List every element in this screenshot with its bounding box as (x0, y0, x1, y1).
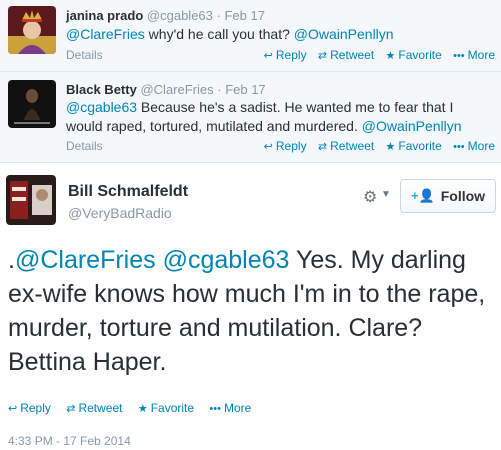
favorite-button[interactable]: ★ Favorite (138, 401, 194, 415)
tweet-actions: ↩ Reply ⇄ Retweet ★ Favorite ••• More (8, 401, 263, 415)
tweet-actions: ↩ Reply ⇄ Retweet ★ Favorite ••• More (256, 48, 495, 62)
reply-arrow-icon: ↩ (8, 403, 18, 415)
reply-button[interactable]: ↩ Reply (264, 139, 307, 153)
user-name[interactable]: Black Betty (66, 82, 137, 97)
tweet-text: @cgable63 Because he's a sadist. He want… (66, 99, 462, 134)
mention-link[interactable]: @OwainPenllyn (362, 118, 462, 134)
tweet-timestamp[interactable]: 4:33 PM - 17 Feb 2014 (8, 434, 131, 448)
tweet-header: janina prado @cgable63 · Feb 17 (66, 8, 265, 23)
tweet-text: .@ClareFries @cgable63 Yes. My darling e… (8, 246, 486, 376)
mention-link[interactable]: @cgable63 (163, 246, 290, 274)
reply-arrow-icon: ↩ (263, 141, 273, 153)
tweet-date[interactable]: Feb 17 (224, 8, 264, 23)
gear-icon[interactable]: ⚙ (363, 187, 377, 207)
more-button[interactable]: ••• More (453, 48, 495, 62)
follow-button[interactable]: +👤 Follow (400, 179, 496, 213)
reply-arrow-icon: ↩ (263, 50, 273, 62)
details-link[interactable]: Details (66, 48, 103, 62)
more-button[interactable]: ••• More (209, 401, 251, 415)
user-name[interactable]: Bill Schmalfeldt (68, 183, 188, 201)
chevron-down-icon[interactable]: ▼ (381, 189, 391, 200)
star-icon: ★ (385, 50, 396, 62)
tweet-text: @ClareFries why'd he call you that? @Owa… (66, 26, 394, 42)
user-handle[interactable]: @VeryBadRadio (68, 205, 172, 221)
ellipsis-icon: ••• (453, 141, 465, 153)
avatar[interactable] (6, 175, 56, 225)
mention-link[interactable]: @OwainPenllyn (294, 26, 394, 42)
retweet-icon: ⇄ (66, 403, 76, 415)
star-icon: ★ (137, 403, 148, 415)
retweet-button[interactable]: ⇄ Retweet (318, 48, 374, 62)
user-handle[interactable]: @cgable63 (147, 8, 213, 23)
retweet-icon: ⇄ (317, 141, 328, 153)
tweet-item[interactable]: Black Betty @ClareFries · Feb 17 @cgable… (0, 72, 501, 163)
tweet-item[interactable]: janina prado @cgable63 · Feb 17 @ClareFr… (0, 0, 501, 72)
more-button[interactable]: ••• More (453, 139, 495, 153)
main-tweet: Bill Schmalfeldt @VeryBadRadio ⚙ ▼ +👤 Fo… (0, 163, 501, 450)
reply-button[interactable]: ↩ Reply (8, 401, 51, 415)
favorite-button[interactable]: ★ Favorite (386, 139, 442, 153)
tweet-date[interactable]: Feb 17 (225, 82, 265, 97)
retweet-button[interactable]: ⇄ Retweet (318, 139, 374, 153)
mention-link[interactable]: @cgable63 (66, 99, 137, 115)
add-user-icon: +👤 (410, 188, 435, 203)
ellipsis-icon: ••• (453, 50, 465, 62)
avatar[interactable] (8, 6, 56, 54)
details-link[interactable]: Details (66, 139, 103, 153)
star-icon: ★ (385, 141, 396, 153)
mention-link[interactable]: @ClareFries (66, 26, 145, 42)
mention-link[interactable]: @ClareFries (15, 246, 156, 274)
reply-button[interactable]: ↩ Reply (264, 48, 307, 62)
favorite-button[interactable]: ★ Favorite (386, 48, 442, 62)
user-handle[interactable]: @ClareFries (140, 82, 213, 97)
user-name[interactable]: janina prado (66, 8, 143, 23)
tweet-header: Black Betty @ClareFries · Feb 17 (66, 82, 266, 97)
ellipsis-icon: ••• (209, 403, 221, 415)
retweet-button[interactable]: ⇄ Retweet (66, 401, 122, 415)
retweet-icon: ⇄ (317, 50, 328, 62)
tweet-actions: ↩ Reply ⇄ Retweet ★ Favorite ••• More (256, 139, 495, 153)
avatar[interactable] (8, 80, 56, 128)
